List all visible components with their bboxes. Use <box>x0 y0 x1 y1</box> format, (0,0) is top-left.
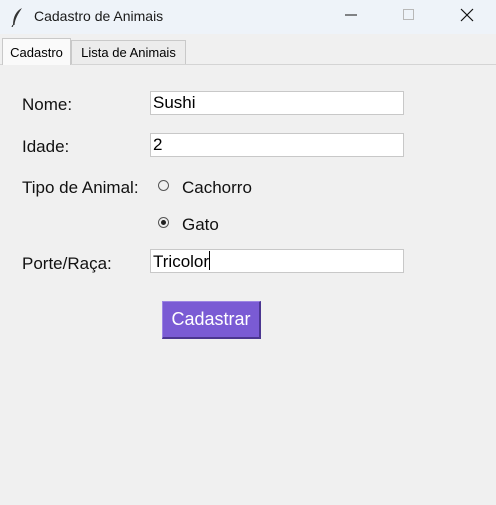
feather-icon <box>10 7 26 28</box>
radio-gato-label[interactable]: Gato <box>182 215 219 235</box>
minimize-button[interactable] <box>328 0 374 34</box>
tab-bar: Cadastro Lista de Animais <box>0 38 496 65</box>
nome-input[interactable]: Sushi <box>150 91 404 115</box>
tab-lista-de-animais[interactable]: Lista de Animais <box>71 40 186 64</box>
radio-cachorro-indicator[interactable] <box>158 180 169 191</box>
radio-cachorro-label[interactable]: Cachorro <box>182 178 252 198</box>
idade-input[interactable]: 2 <box>150 133 404 157</box>
porte-raca-label: Porte/Raça: <box>22 254 112 273</box>
text-cursor <box>209 251 211 270</box>
radio-gato-indicator[interactable] <box>158 217 169 228</box>
nome-input-value: Sushi <box>153 93 196 112</box>
nome-label: Nome: <box>22 95 73 114</box>
tipo-de-animal-label: Tipo de Animal: <box>22 178 139 197</box>
close-button[interactable] <box>444 0 490 34</box>
porte-raca-input-value: Tricolor <box>153 252 210 271</box>
minimize-icon <box>345 8 357 26</box>
porte-raca-input[interactable]: Tricolor <box>150 249 404 273</box>
window-title: Cadastro de Animais <box>34 8 164 24</box>
maximize-icon <box>403 8 415 26</box>
idade-input-value: 2 <box>153 135 163 154</box>
cadastrar-button[interactable]: Cadastrar <box>162 301 261 339</box>
close-icon <box>460 8 474 27</box>
maximize-button[interactable] <box>386 0 432 34</box>
tab-cadastro[interactable]: Cadastro <box>2 38 71 65</box>
title-bar: Cadastro de Animais <box>0 0 496 34</box>
idade-label: Idade: <box>22 137 70 156</box>
